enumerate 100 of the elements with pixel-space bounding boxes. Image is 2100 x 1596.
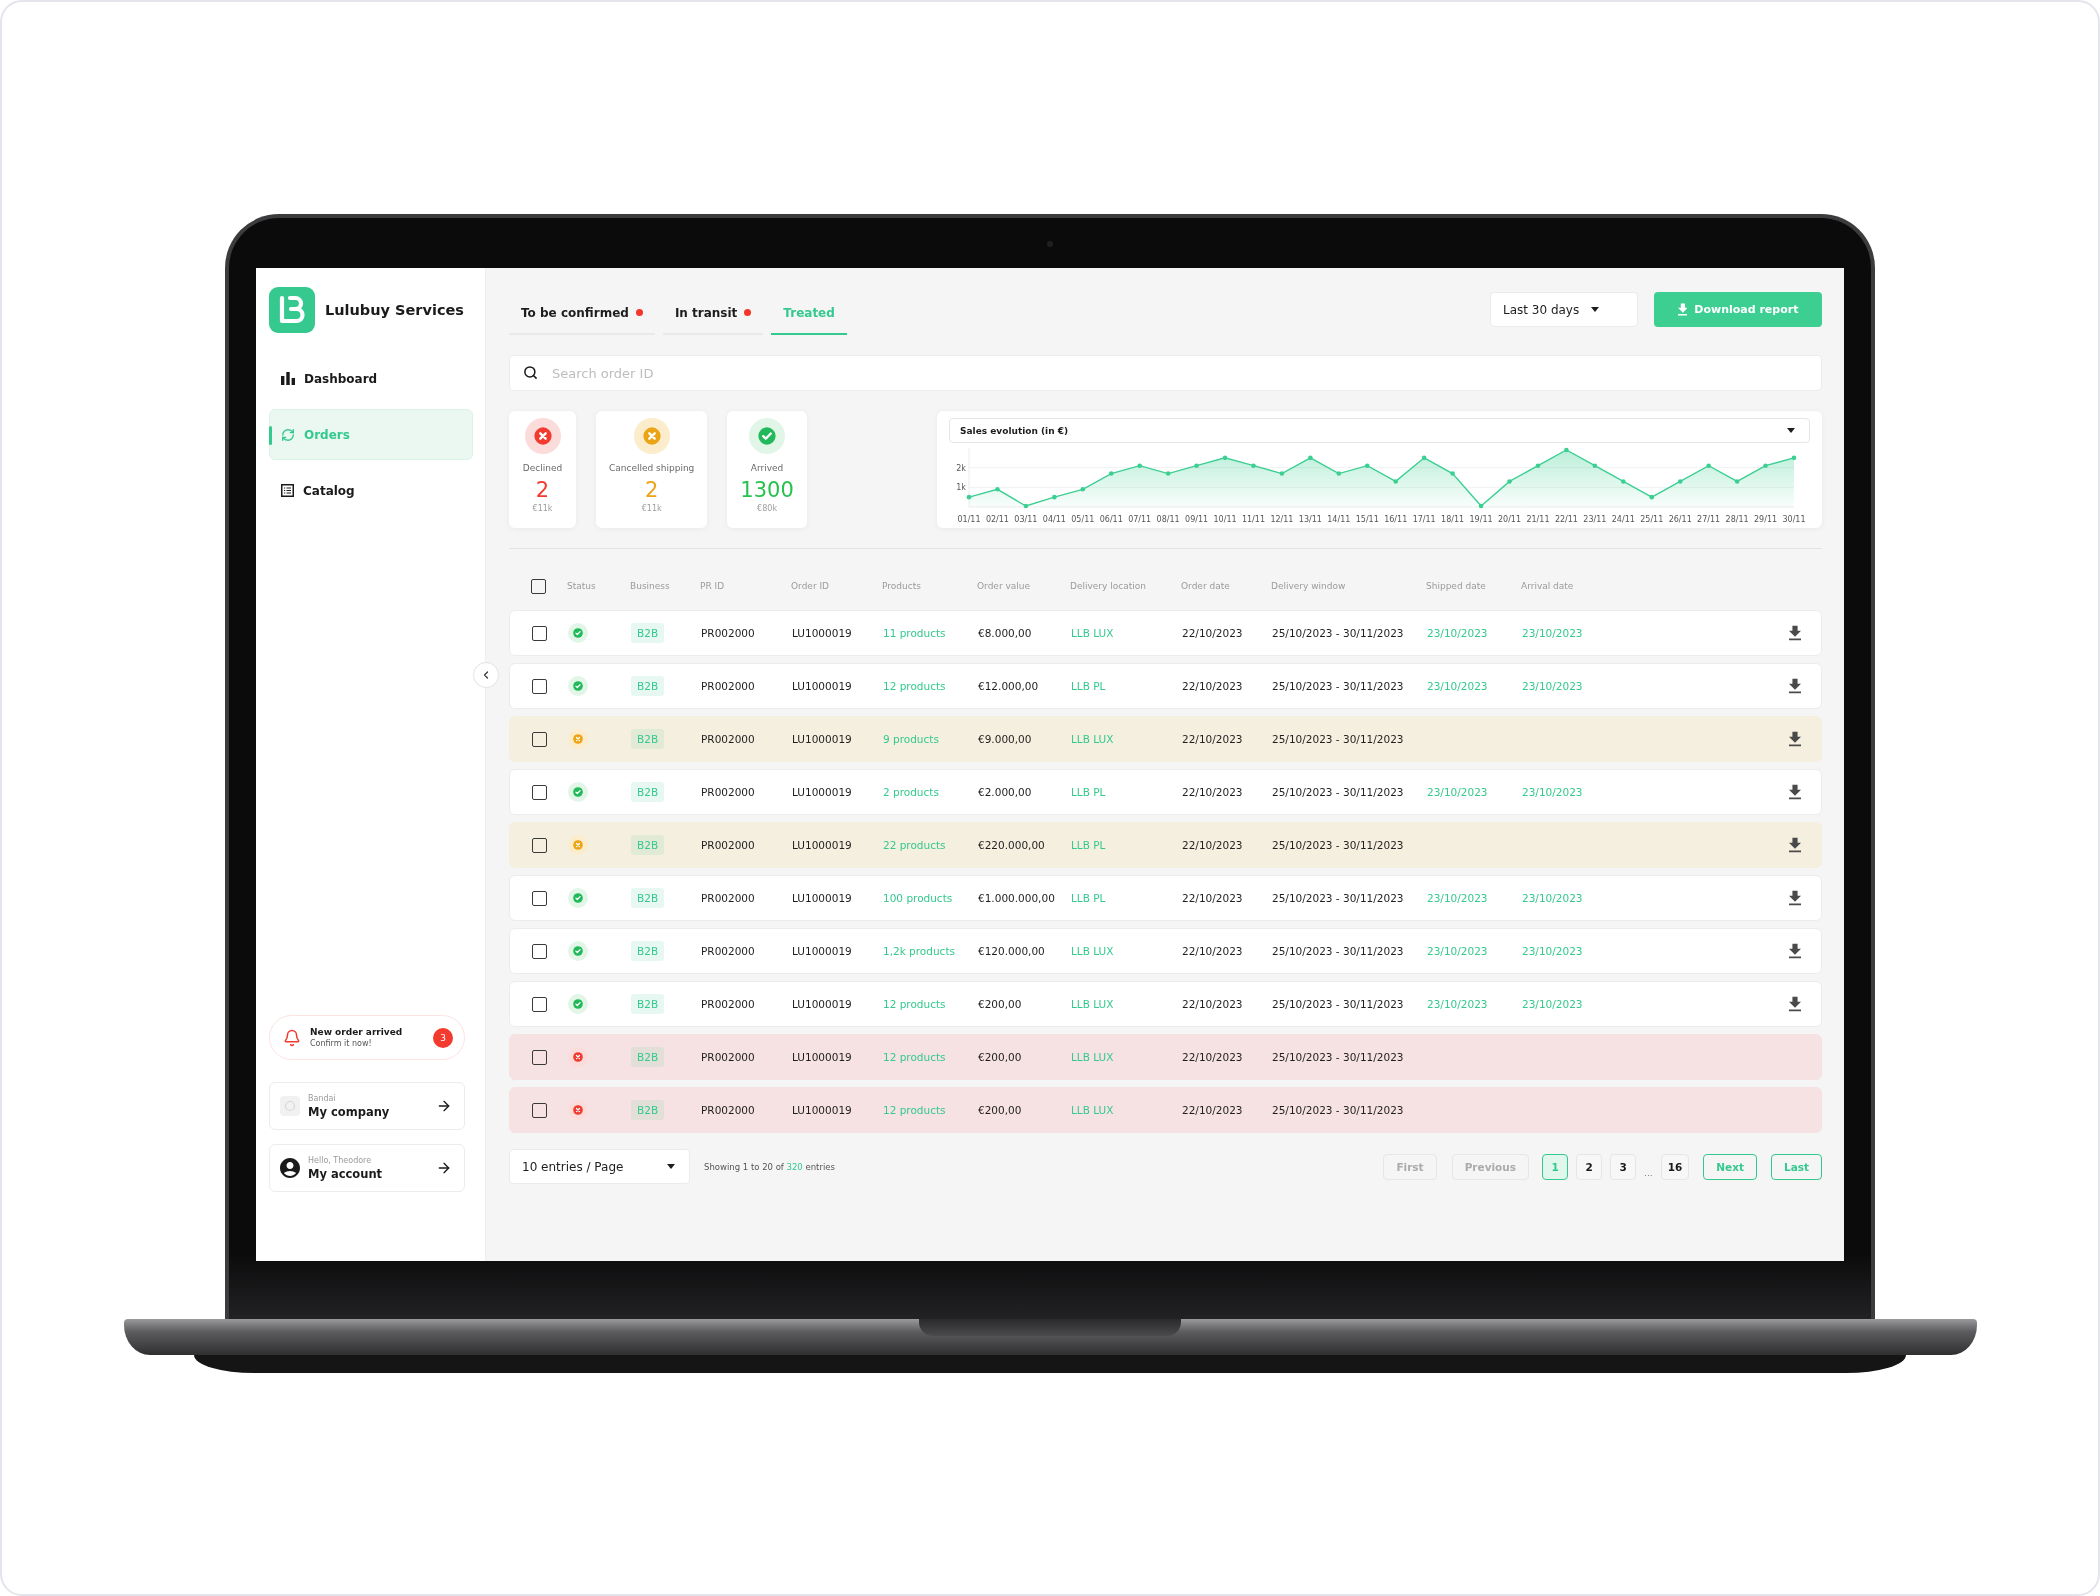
tab[interactable]: In transit — [662, 292, 764, 335]
list-icon — [281, 484, 294, 497]
row-checkbox[interactable] — [531, 731, 547, 747]
column-header: Order date — [1181, 581, 1230, 591]
download-icon[interactable] — [1789, 837, 1801, 853]
table-cell: 25/10/2023 - 30/11/2023 — [1272, 680, 1404, 692]
table-cell: €200,00 — [978, 998, 1022, 1010]
download-icon[interactable] — [1789, 731, 1801, 747]
row-checkbox[interactable] — [531, 1102, 547, 1118]
products-link[interactable]: 12 products — [883, 1051, 946, 1063]
row-checkbox[interactable] — [531, 837, 547, 853]
summary-amount: €11k — [532, 504, 553, 513]
products-link[interactable]: 12 products — [883, 998, 946, 1010]
axis-label: 18/11 — [1441, 515, 1465, 524]
axis-label: 04/11 — [1042, 515, 1066, 524]
row-checkbox[interactable] — [531, 996, 547, 1012]
account-card[interactable]: Hello, Theodore My account — [269, 1144, 465, 1192]
nav-item[interactable]: Catalog — [269, 465, 473, 516]
row-checkbox[interactable] — [531, 943, 547, 959]
check-circle-icon — [568, 623, 588, 643]
nav-item[interactable]: Dashboard — [269, 353, 473, 404]
company-card[interactable]: Bandai My company — [269, 1082, 465, 1130]
location-link[interactable]: LLB PL — [1071, 839, 1106, 851]
select-all-checkbox[interactable] — [530, 578, 546, 594]
location-link[interactable]: LLB LUX — [1071, 945, 1114, 957]
table-cell: LU1000019 — [792, 680, 852, 692]
notification-subtitle: Confirm it now! — [310, 1039, 373, 1048]
download-icon[interactable] — [1789, 625, 1801, 641]
products-link[interactable]: 9 products — [883, 733, 939, 745]
table-cell: LU1000019 — [792, 892, 852, 904]
axis-label: 27/11 — [1697, 515, 1721, 524]
location-link[interactable]: LLB PL — [1071, 892, 1106, 904]
axis-label: 05/11 — [1071, 515, 1095, 524]
products-link[interactable]: 11 products — [883, 627, 946, 639]
table-cell: €9.000,00 — [978, 733, 1032, 745]
download-icon[interactable] — [1789, 678, 1801, 694]
download-icon[interactable] — [1789, 890, 1801, 906]
period-dropdown[interactable]: Last 30 days — [1490, 292, 1638, 327]
page-number-button[interactable]: 1 — [1542, 1153, 1569, 1180]
data-point — [1336, 471, 1342, 476]
products-link[interactable]: 1,2k products — [883, 945, 955, 957]
products-link[interactable]: 12 products — [883, 1104, 946, 1116]
column-header: Order ID — [791, 581, 830, 591]
table-cell: 22/10/2023 — [1182, 998, 1243, 1010]
page-number-button[interactable]: 3 — [1610, 1153, 1637, 1180]
products-link[interactable]: 12 products — [883, 680, 946, 692]
data-point — [1478, 503, 1484, 509]
products-link[interactable]: 2 products — [883, 786, 939, 798]
bell-icon — [283, 1028, 301, 1047]
nav-item[interactable]: Orders — [269, 409, 473, 460]
table-cell: PR002000 — [701, 786, 755, 798]
download-icon[interactable] — [1789, 784, 1801, 800]
tab[interactable]: To be confirmed — [509, 292, 655, 335]
table-cell: 23/10/2023 — [1427, 945, 1488, 957]
axis-label: 26/11 — [1668, 515, 1692, 524]
notification-card[interactable]: New order arrived Confirm it now! 3 — [269, 1015, 465, 1060]
row-checkbox[interactable] — [531, 1049, 547, 1065]
refresh-icon — [281, 427, 295, 442]
tab[interactable]: Treated — [771, 292, 847, 335]
table-cell: 22/10/2023 — [1182, 892, 1243, 904]
axis-label: 30/11 — [1782, 515, 1806, 524]
products-link[interactable]: 100 products — [883, 892, 953, 904]
table-cell: 25/10/2023 - 30/11/2023 — [1272, 733, 1404, 745]
location-link[interactable]: LLB LUX — [1071, 733, 1114, 745]
axis-label: 02/11 — [985, 515, 1009, 524]
page-size-dropdown[interactable]: 10 entries / Page — [509, 1149, 690, 1184]
table-cell: LU1000019 — [792, 733, 852, 745]
next-page-button[interactable]: Next — [1703, 1153, 1757, 1180]
last-page-button[interactable]: Last — [1770, 1153, 1822, 1180]
chart-dropdown[interactable]: Sales evolution (in €) — [949, 418, 1810, 443]
table-cell: LU1000019 — [792, 627, 852, 639]
download-report-button[interactable]: Download report — [1654, 292, 1822, 327]
location-link[interactable]: LLB PL — [1071, 786, 1106, 798]
business-tag: B2B — [631, 1047, 665, 1067]
table-cell: 22/10/2023 — [1182, 1051, 1243, 1063]
row-checkbox[interactable] — [531, 890, 547, 906]
location-link[interactable]: LLB LUX — [1071, 1051, 1114, 1063]
table-cell: 22/10/2023 — [1182, 786, 1243, 798]
products-link[interactable]: 22 products — [883, 839, 946, 851]
page-number-button[interactable]: 16 — [1660, 1153, 1690, 1180]
summary-label: Arrived — [750, 463, 784, 473]
data-point — [1450, 471, 1455, 476]
data-point — [966, 494, 972, 500]
search-field[interactable]: Search order ID — [509, 355, 1822, 391]
x-circle-icon — [568, 1100, 588, 1120]
location-link[interactable]: LLB LUX — [1071, 998, 1114, 1010]
data-point — [1791, 455, 1797, 461]
download-icon[interactable] — [1789, 996, 1801, 1012]
row-checkbox[interactable] — [531, 678, 547, 694]
page-number-button[interactable]: 2 — [1576, 1153, 1603, 1180]
x-circle-icon — [568, 729, 588, 749]
table-cell: 23/10/2023 — [1522, 627, 1583, 639]
location-link[interactable]: LLB LUX — [1071, 1104, 1114, 1116]
location-link[interactable]: LLB PL — [1071, 680, 1106, 692]
axis-label: 17/11 — [1412, 515, 1436, 524]
location-link[interactable]: LLB LUX — [1071, 627, 1114, 639]
download-icon[interactable] — [1789, 943, 1801, 959]
row-checkbox[interactable] — [531, 784, 547, 800]
row-checkbox[interactable] — [531, 625, 547, 641]
table-cell: 23/10/2023 — [1522, 945, 1583, 957]
